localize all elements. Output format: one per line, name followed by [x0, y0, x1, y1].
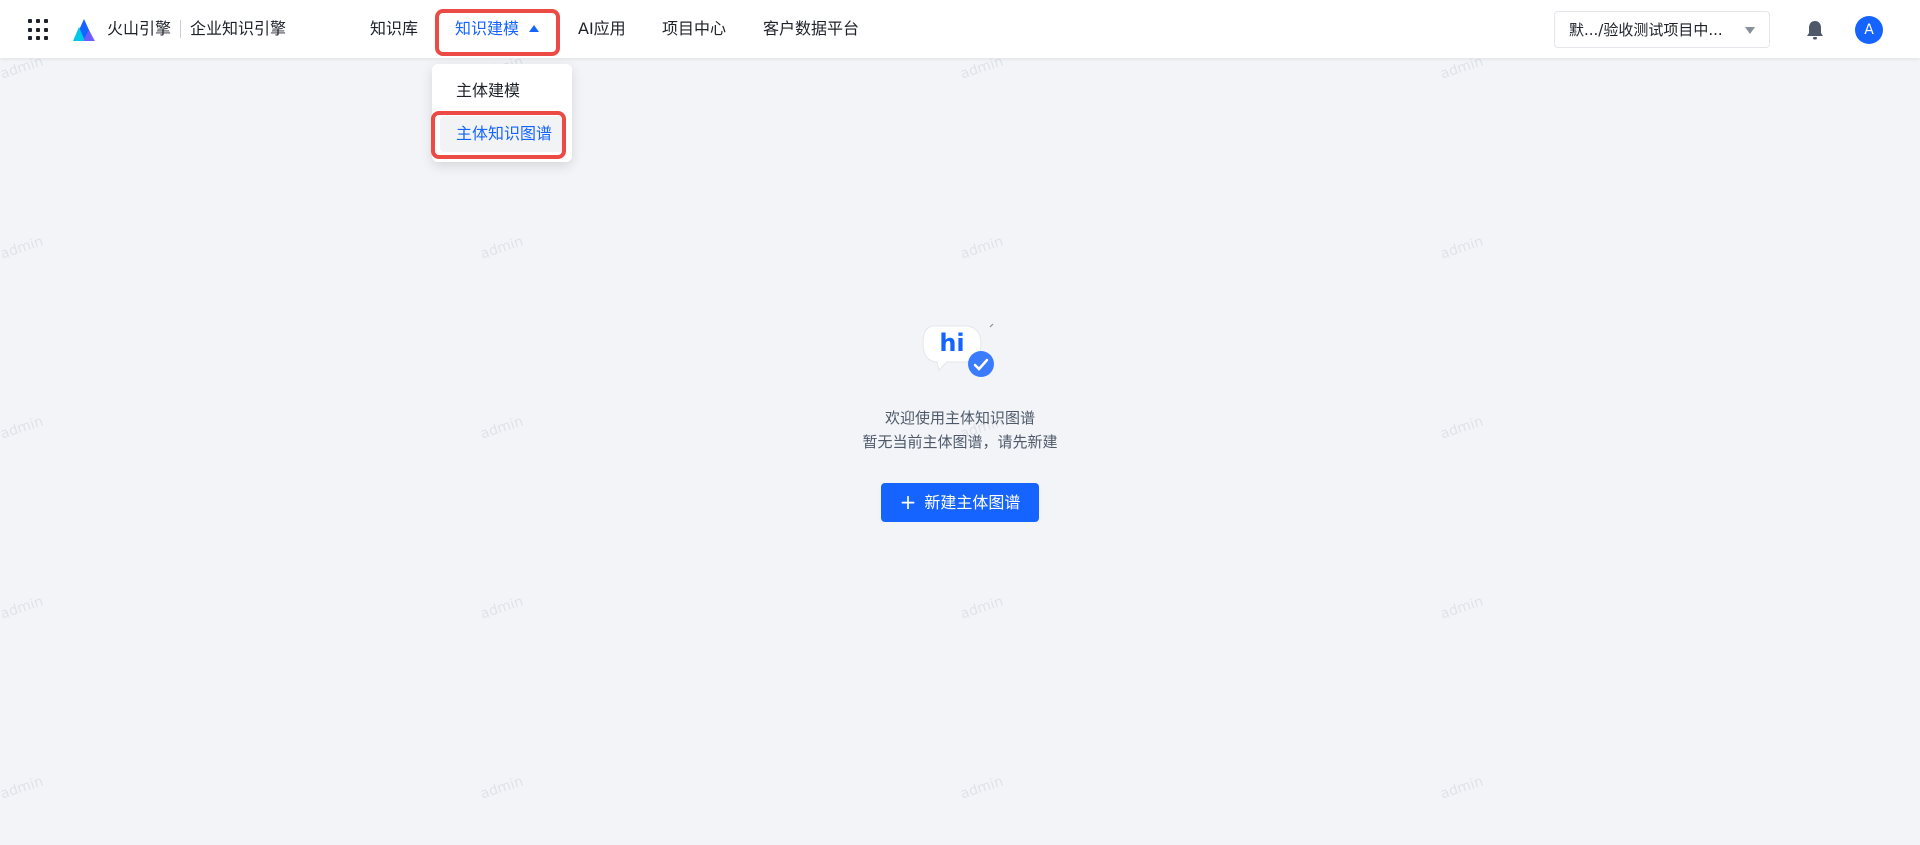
brand-name: 火山引擎 — [107, 19, 172, 38]
watermark-text: admin — [478, 773, 526, 803]
brand-divider — [180, 20, 181, 38]
watermark-text: admin — [1438, 773, 1486, 803]
chevron-down-icon — [1745, 27, 1755, 34]
watermark-text: admin — [1438, 233, 1486, 263]
watermark-text: admin — [958, 593, 1006, 623]
hi-greeting-illustration: hi — [922, 323, 994, 377]
create-entity-graph-button[interactable]: + 新建主体图谱 — [881, 483, 1039, 522]
watermark-text: admin — [958, 233, 1006, 263]
watermark-text: admin — [1438, 413, 1486, 443]
watermark-text: admin — [0, 413, 46, 443]
apps-grid-icon[interactable] — [28, 19, 50, 41]
watermark-text: admin — [0, 773, 46, 803]
project-select-value: 默.../验收测试项目中... — [1569, 21, 1723, 39]
hi-text: hi — [939, 329, 964, 357]
watermark-text: admin — [0, 593, 46, 623]
watermark-text: admin — [0, 233, 46, 263]
product-name: 企业知识引擎 — [190, 19, 287, 38]
empty-state-title: 欢迎使用主体知识图谱 — [884, 409, 1035, 427]
user-avatar[interactable]: A — [1855, 16, 1883, 44]
plus-icon: + — [899, 490, 917, 514]
nav-customer-data-platform[interactable]: 客户数据平台 — [763, 18, 859, 40]
watermark-text: admin — [478, 233, 526, 263]
watermark-text: admin — [1438, 593, 1486, 623]
highlight-menu-item-entity-knowledge-graph — [431, 111, 566, 159]
project-select[interactable]: 默.../验收测试项目中... — [1554, 11, 1770, 48]
nav-project-center[interactable]: 项目中心 — [662, 18, 726, 40]
bell-icon[interactable] — [1805, 19, 1825, 41]
nav-knowledge-base[interactable]: 知识库 — [370, 18, 418, 40]
menu-item-entity-modeling[interactable]: 主体建模 — [440, 73, 564, 109]
nav-ai-apps[interactable]: AI应用 — [578, 18, 626, 40]
highlight-nav-knowledge-modeling — [435, 9, 560, 56]
watermark-text: admin — [958, 773, 1006, 803]
empty-state-subtitle: 暂无当前主体图谱，请先新建 — [862, 433, 1058, 451]
watermark-text: admin — [478, 413, 526, 443]
volcano-logo-icon — [73, 19, 95, 41]
top-header: 火山引擎 企业知识引擎 知识库 知识建模 AI应用 项目中心 客户数据平台 默.… — [0, 0, 1920, 58]
create-entity-graph-label: 新建主体图谱 — [924, 493, 1021, 512]
watermark-text: admin — [478, 593, 526, 623]
